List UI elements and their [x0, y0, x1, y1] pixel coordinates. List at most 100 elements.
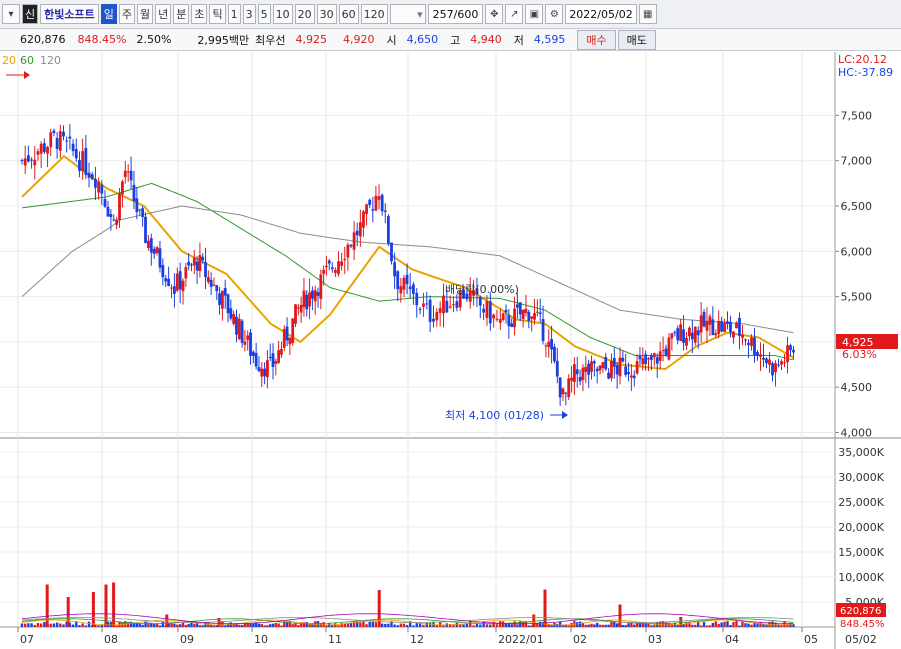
chart-canvas[interactable]: 4,0004,5005,0005,5006,0006,5007,0007,500…	[0, 52, 901, 649]
candle-body	[206, 277, 210, 283]
interval-60-button[interactable]: 60	[338, 4, 359, 24]
volume-bar	[702, 622, 706, 627]
interval-1-button[interactable]: 1	[227, 4, 241, 24]
candle-body	[590, 361, 593, 372]
candle-body	[679, 324, 683, 341]
save-icon[interactable]: ▣	[525, 4, 544, 24]
volume-bar	[30, 623, 33, 627]
interval-3-button[interactable]: 3	[242, 4, 256, 24]
interval-5-button[interactable]: 5	[257, 4, 271, 24]
interval-custom-select[interactable]: ▾	[389, 4, 426, 24]
volume-bar	[334, 623, 337, 627]
market-badge: 신	[22, 4, 39, 24]
volume-bar	[266, 625, 269, 627]
volume-bar	[387, 623, 390, 627]
period-day-tab[interactable]: 일	[100, 4, 117, 24]
low-annotation: 최저 4,100 (01/28)	[445, 409, 544, 422]
sell-button[interactable]: 매도	[617, 29, 656, 50]
volume-tick-label: 15,000K	[838, 546, 884, 559]
price-tick-label: 4,500	[841, 381, 873, 394]
volume-bar	[705, 625, 709, 627]
period-tick-tab[interactable]: 틱	[209, 4, 226, 24]
candle-body	[380, 194, 384, 212]
volume-bar	[201, 625, 204, 627]
candle-body	[58, 131, 62, 151]
interval-120-button[interactable]: 120	[360, 4, 388, 24]
candle-body	[201, 256, 205, 261]
candle-body	[750, 337, 753, 346]
month-tick-label: 2022/01	[498, 633, 544, 646]
volume-bar	[691, 624, 694, 627]
date-value: 2022/05/02	[569, 7, 633, 21]
candle-body	[544, 345, 548, 347]
calendar-icon[interactable]: ▦	[638, 4, 657, 24]
volume-bar	[322, 622, 325, 627]
volume-bar	[475, 623, 479, 627]
volume-bar	[469, 621, 472, 627]
candle-body	[291, 318, 295, 344]
price-chart[interactable]: 4,0004,5005,0005,5006,0006,5007,0007,500…	[0, 52, 901, 649]
price-tick-label: 7,000	[841, 155, 873, 168]
last-date-label: 05/02	[845, 633, 877, 646]
volume-bar	[36, 623, 40, 627]
volume-bar	[84, 625, 88, 627]
volume-bar	[676, 624, 679, 627]
candle-body	[524, 308, 528, 313]
volume-bar	[596, 622, 599, 627]
volume-bar	[52, 623, 56, 627]
buy-button[interactable]: 매수	[577, 29, 616, 50]
volume-bar	[178, 624, 182, 627]
candle-body	[610, 360, 613, 379]
candle-body	[418, 308, 422, 310]
candle-body	[408, 286, 412, 290]
price-tick-label: 6,500	[841, 200, 873, 213]
menu-dropdown-button[interactable]: ▾	[2, 4, 20, 24]
stock-name-field[interactable]: 한빛소프트	[40, 4, 99, 24]
volume-spike-bar	[112, 582, 116, 627]
price-tick-label: 4,000	[841, 426, 873, 439]
period-minute-tab[interactable]: 분	[173, 4, 190, 24]
candle-body	[598, 365, 602, 371]
candle-body	[507, 315, 511, 327]
interval-10-button[interactable]: 10	[272, 4, 293, 24]
candle-body	[390, 242, 393, 262]
candle-count-input[interactable]: 257/600	[427, 4, 484, 24]
candle-body	[368, 199, 372, 206]
expand-icon[interactable]: ✥	[485, 4, 504, 24]
volume-bar	[43, 622, 46, 627]
period-month-tab[interactable]: 월	[136, 4, 154, 24]
volume-bar	[633, 624, 636, 627]
current-pct-label: 6.03%	[842, 348, 877, 361]
volume-bar	[393, 624, 396, 627]
candle-body	[690, 332, 694, 340]
period-second-tab[interactable]: 초	[191, 4, 208, 24]
candle-count-max: /600	[453, 7, 479, 21]
candle-body	[729, 321, 732, 333]
candle-body	[541, 319, 545, 341]
gear-icon[interactable]: ⚙	[545, 4, 564, 24]
candle-body	[204, 261, 207, 278]
volume-bar	[521, 622, 525, 627]
volume-bar	[161, 621, 165, 627]
candle-body	[296, 307, 300, 309]
date-input[interactable]: 2022/05/02	[565, 4, 637, 24]
interval-30-button[interactable]: 30	[316, 4, 337, 24]
candle-body	[103, 198, 107, 207]
volume-bar	[765, 624, 768, 627]
period-week-tab[interactable]: 주	[118, 4, 135, 24]
interval-20-button[interactable]: 20	[294, 4, 315, 24]
volume-bar	[78, 625, 81, 627]
candle-body	[30, 159, 33, 161]
candle-body	[504, 309, 508, 313]
volume-bar	[297, 625, 300, 627]
volume-bar	[152, 623, 156, 627]
candle-body	[432, 318, 435, 322]
volume-bar	[576, 622, 579, 627]
candle-body	[229, 308, 233, 319]
candle-body	[237, 318, 241, 340]
period-year-tab[interactable]: 년	[155, 4, 172, 24]
draw-tool-icon[interactable]: ↗	[505, 4, 524, 24]
month-tick-label: 02	[573, 633, 587, 646]
volume-bar	[274, 622, 278, 627]
volume-bar	[744, 623, 747, 627]
